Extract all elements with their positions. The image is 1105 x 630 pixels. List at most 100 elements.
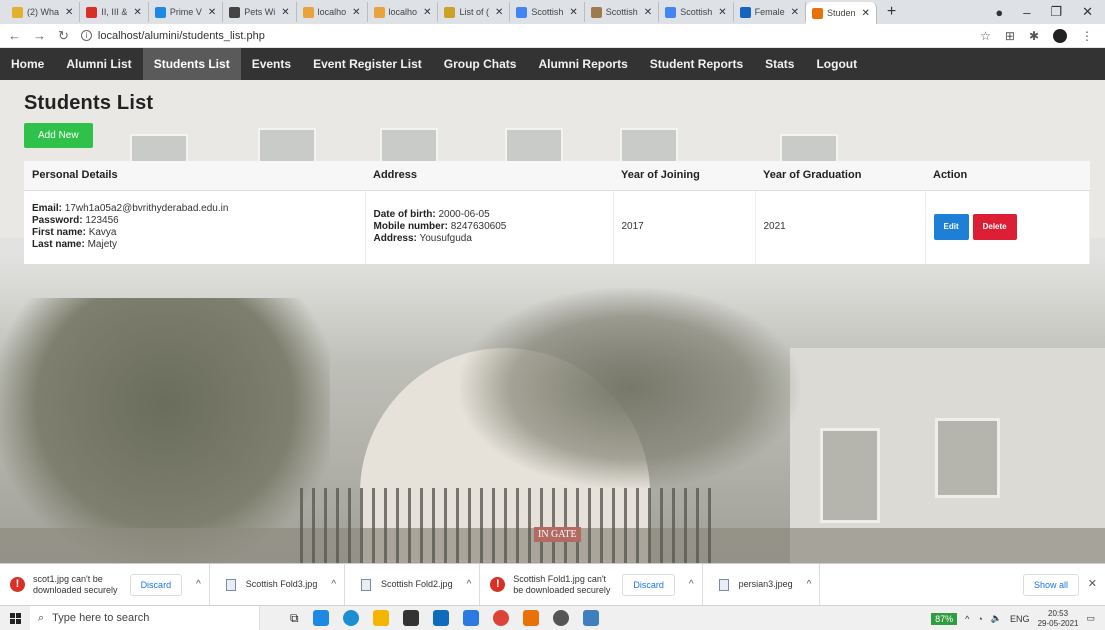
chevron-up-icon[interactable]: ^	[196, 579, 201, 590]
browser-tab[interactable]: Pets Wi ✕	[223, 2, 297, 22]
tab-close-icon[interactable]: ✕	[281, 7, 289, 18]
chevron-up-icon[interactable]: ^	[807, 579, 812, 590]
site-info-icon[interactable]: i	[80, 30, 92, 41]
nav-item-alumni-list[interactable]: Alumni List	[55, 48, 142, 80]
browser-tab[interactable]: List of (✕	[438, 2, 511, 22]
battery-indicator[interactable]: 87%	[931, 612, 958, 625]
close-downloads-icon[interactable]: ✕	[1088, 577, 1097, 590]
nav-item-students-list[interactable]: Students List	[142, 48, 241, 80]
tab-close-icon[interactable]: ✕	[423, 7, 431, 18]
language-indicator[interactable]: ENG	[1010, 614, 1030, 624]
nav-item-group-chats[interactable]: Group Chats	[433, 48, 528, 80]
tab-favicon-icon	[739, 6, 751, 18]
browser-tab[interactable]: localho ✕	[297, 2, 368, 22]
tab-favicon-icon	[373, 6, 385, 18]
chrome-icon[interactable]	[492, 610, 509, 626]
show-all-button[interactable]: Show all	[1022, 574, 1079, 596]
browser-tab[interactable]: II, III & ✕	[80, 2, 149, 22]
outlook-icon[interactable]	[312, 610, 329, 626]
page-title: Students List	[24, 92, 154, 114]
chevron-up-icon[interactable]: ^	[689, 579, 694, 590]
bookmark-star-icon[interactable]: ☆	[980, 29, 991, 43]
discard-button[interactable]: Discard	[622, 573, 675, 596]
nav-item-event-register-list[interactable]: Event Register List	[302, 48, 433, 80]
tab-close-icon[interactable]: ✕	[65, 7, 73, 18]
address-label: Address:	[373, 233, 417, 245]
clock-time: 20:53	[1048, 608, 1069, 618]
download-item[interactable]: Scottish Fold3.jpg ^	[220, 563, 346, 606]
clock[interactable]: 20:53 29-05-2021	[1038, 609, 1079, 629]
tab-close-icon[interactable]: ✕	[791, 7, 799, 18]
nav-item-alumni-reports[interactable]: Alumni Reports	[527, 48, 638, 80]
photos-icon[interactable]	[582, 610, 599, 626]
browser-tab[interactable]: Prime V ✕	[149, 2, 224, 22]
download-item[interactable]: Scottish Fold2.jpg ^	[355, 563, 481, 606]
volume-icon[interactable]: 🔈	[991, 613, 1002, 624]
tab-close-icon[interactable]: ✕	[352, 7, 360, 18]
chevron-up-icon[interactable]: ^	[467, 579, 472, 590]
file-explorer-icon[interactable]	[372, 610, 389, 626]
orange-app-icon[interactable]	[522, 610, 539, 626]
browser-tab[interactable]: Scottish ✕	[659, 2, 734, 22]
discard-button[interactable]: Discard	[129, 573, 183, 596]
close-window-icon[interactable]: ✕	[1082, 4, 1093, 20]
tab-close-icon[interactable]: ✕	[718, 7, 726, 18]
browser-tab[interactable]: Female ✕	[734, 2, 806, 22]
tab-close-icon[interactable]: ✕	[862, 8, 870, 19]
new-tab-icon[interactable]: +	[887, 3, 896, 21]
browser-tab[interactable]: localho ✕	[368, 2, 439, 22]
chevron-up-icon[interactable]: ^	[331, 579, 336, 590]
mail-icon[interactable]	[432, 610, 449, 626]
edit-button[interactable]: Edit	[933, 214, 969, 241]
browser-tab[interactable]: Scottish ✕	[510, 2, 585, 22]
edge-icon[interactable]	[342, 610, 359, 626]
add-new-button[interactable]: Add New	[24, 123, 93, 148]
browser-tab[interactable]: Scottish ✕	[585, 2, 660, 22]
taskbar-search[interactable]: ⌕ Type here to search	[30, 605, 260, 630]
store-icon[interactable]	[402, 610, 419, 626]
toolbar-right: ☆ ⊞ ✱ ⋮	[980, 24, 1093, 48]
url-text: localhost/alumini/students_list.php	[97, 29, 265, 42]
tab-close-icon[interactable]: ✕	[644, 7, 652, 18]
puzzle-icon[interactable]: ✱	[1029, 29, 1039, 43]
delete-button[interactable]: Delete	[972, 214, 1017, 241]
forward-icon[interactable]: →	[33, 28, 46, 43]
tab-close-icon[interactable]: ✕	[133, 7, 141, 18]
tab-close-icon[interactable]: ✕	[495, 7, 503, 18]
browser-tab[interactable]: Studen ✕	[806, 2, 877, 24]
browser-tab[interactable]: (2) Wha ✕	[6, 2, 81, 22]
tab-favicon-icon	[302, 6, 314, 18]
l-app-icon[interactable]	[462, 610, 479, 626]
download-item[interactable]: ! scot1.jpg can't be downloaded securely Di…	[10, 563, 210, 606]
back-icon[interactable]: ←	[8, 28, 21, 43]
nav-item-home[interactable]: Home	[0, 48, 55, 80]
maximize-icon[interactable]: ❐	[1050, 4, 1062, 20]
download-item[interactable]: ! Scottish Fold1.jpg can't be downloaded s…	[490, 563, 703, 606]
settings-icon[interactable]	[552, 610, 569, 626]
tab-close-icon[interactable]: ✕	[569, 7, 577, 18]
profile-icon[interactable]: ●	[995, 5, 1003, 20]
reload-icon[interactable]: ↻	[58, 28, 69, 44]
download-item[interactable]: persian3.jpeg ^	[713, 563, 821, 606]
url-field[interactable]: i localhost/alumini/students_list.php	[80, 29, 265, 42]
nav-item-stats[interactable]: Stats	[754, 48, 805, 80]
menu-kebab-icon[interactable]: ⋮	[1081, 29, 1093, 43]
nav-item-events[interactable]: Events	[241, 48, 302, 80]
avatar[interactable]	[1053, 29, 1067, 43]
warning-icon: !	[490, 577, 506, 592]
download-status: be downloaded securely	[513, 584, 611, 595]
email-value: 17wh1a05a2@bvrithyderabad.edu.in	[64, 203, 229, 215]
minimize-icon[interactable]: –	[1023, 5, 1030, 20]
chevron-up-icon[interactable]: ^	[965, 614, 969, 624]
nav-item-logout[interactable]: Logout	[805, 48, 868, 80]
tab-close-icon[interactable]: ✕	[208, 7, 216, 18]
nav-item-student-reports[interactable]: Student Reports	[639, 48, 754, 80]
download-text: Scottish Fold3.jpg	[246, 579, 318, 590]
network-icon[interactable]: ◔	[977, 614, 982, 624]
extension-icon[interactable]: ⊞	[1005, 29, 1015, 43]
notification-icon[interactable]: ▭	[1086, 613, 1095, 624]
background-window	[935, 418, 1000, 498]
task-view-icon[interactable]: ⧉	[290, 611, 299, 626]
windows-start-icon[interactable]	[0, 606, 30, 630]
system-tray: 87% ^ ◔ 🔈 ENG 20:53 29-05-2021 ▭	[931, 606, 1105, 630]
